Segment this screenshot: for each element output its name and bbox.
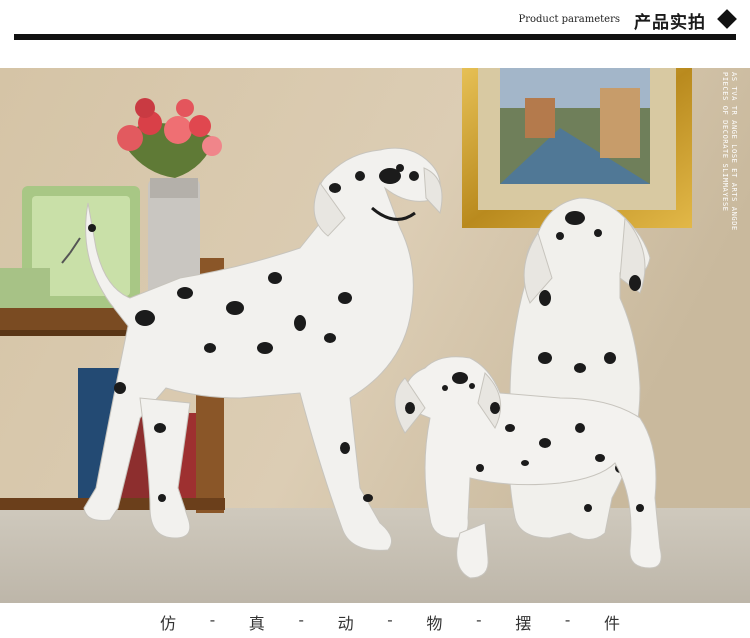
slogan-separator: - (564, 610, 571, 629)
header-subtitle: Product parameters (518, 14, 620, 25)
slogan-separator: - (209, 610, 216, 629)
header-title: 产品实拍 (634, 13, 706, 33)
slogan-separator: - (476, 610, 482, 629)
slogan-char: 仿 (160, 614, 177, 633)
page-header: 产品实拍 Product parameters (0, 0, 750, 48)
header-divider (14, 34, 736, 40)
product-photo (0, 68, 750, 603)
side-caption: AS TVA TR ANGE LOSE ET ARTS ANGDE PIECES… (721, 72, 738, 231)
slogan-char: 件 (603, 614, 620, 633)
slogan-separator: - (298, 610, 304, 629)
slogan-char: 动 (337, 614, 354, 633)
footer-slogan: 仿 - 真 - 动 - 物 - 摆 - 件 (0, 604, 750, 638)
slogan-char: 摆 (515, 614, 532, 633)
slogan-char: 真 (248, 614, 265, 633)
diamond-icon (717, 9, 737, 29)
slogan-char: 物 (426, 614, 443, 633)
slogan-separator: - (387, 610, 393, 629)
